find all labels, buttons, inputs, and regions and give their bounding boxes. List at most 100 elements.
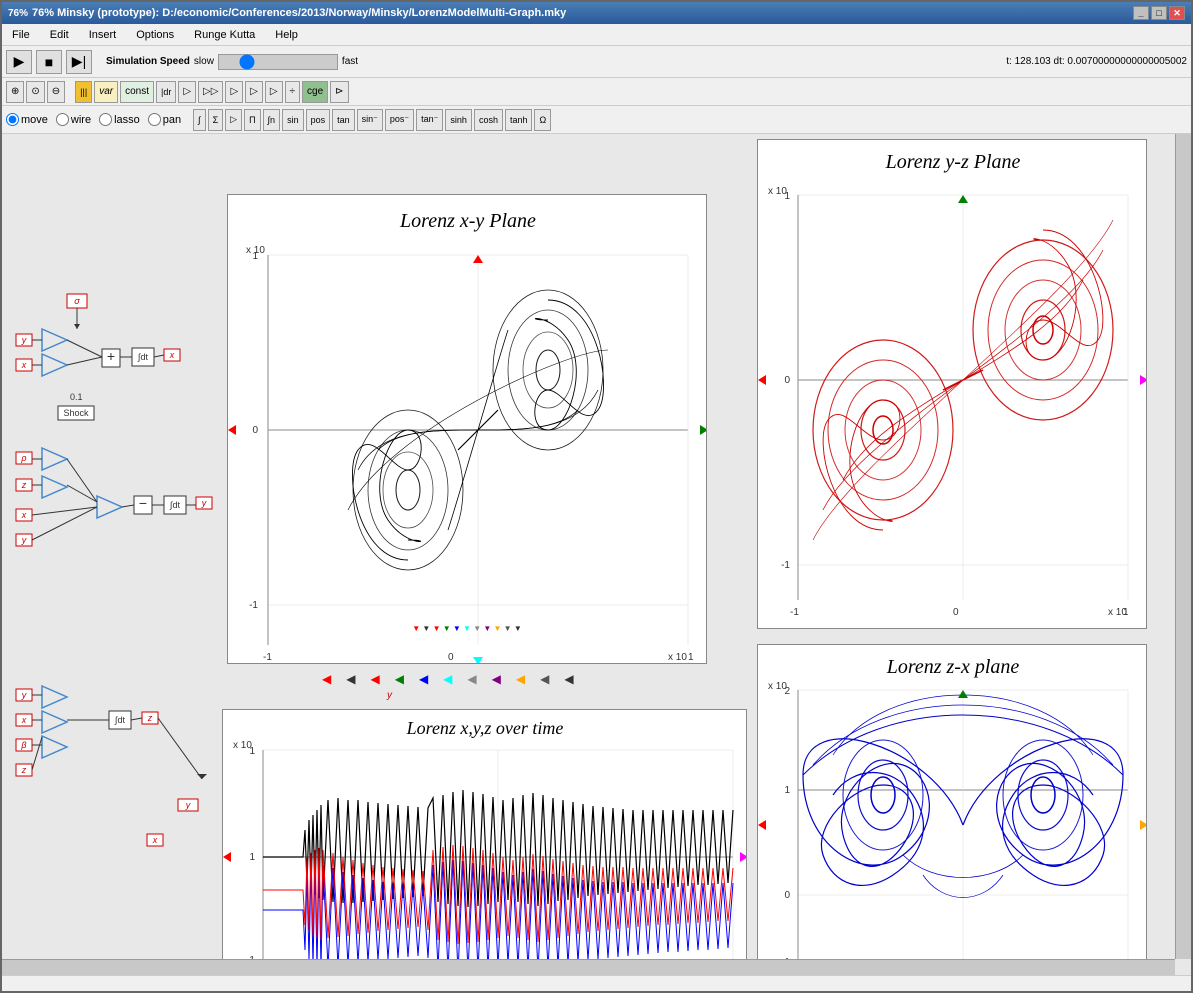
svg-text:x: x — [21, 360, 27, 370]
mode-lasso[interactable]: lasso — [99, 113, 140, 126]
op2-btn7[interactable]: pos — [306, 109, 331, 131]
svg-text:-1: -1 — [781, 560, 790, 571]
main-canvas[interactable]: Lorenz x-y Plane 1 0 -1 x 10 1 0 -1 x 10 — [2, 134, 1191, 975]
op-btn3[interactable]: ▷ — [225, 81, 243, 103]
op-btn4[interactable]: ▷ — [245, 81, 263, 103]
svg-text:1: 1 — [1123, 607, 1129, 618]
mode-toolbar: move wire lasso pan ∫ Σ ▷ Π ∫n sin pos t… — [2, 106, 1191, 134]
op-btn6[interactable]: ÷ — [285, 81, 301, 103]
menu-edit[interactable]: Edit — [44, 27, 75, 43]
svg-text:Shock: Shock — [63, 408, 89, 418]
time-display: t: 128.103 dt: 0.00700000000000005002 — [1006, 56, 1187, 67]
svg-text:0: 0 — [448, 652, 454, 663]
graph-yz-svg: Lorenz y-z Plane 1 0 -1 x 10 x 10 1 -1 0 — [758, 140, 1146, 628]
op-btn8[interactable]: ⊳ — [330, 81, 348, 103]
graph-xy-panel: Lorenz x-y Plane 1 0 -1 x 10 1 0 -1 x 10 — [227, 194, 707, 664]
svg-text:y: y — [21, 690, 27, 700]
op2-btn15[interactable]: Ω — [534, 109, 551, 131]
graph-zx-svg: Lorenz z-x plane 2 1 0 -1 x 10 x 10 1 0 … — [758, 645, 1146, 975]
op-btn5[interactable]: ▷ — [265, 81, 283, 103]
op2-btn8[interactable]: tan — [332, 109, 355, 131]
op2-btn4[interactable]: Π — [244, 109, 261, 131]
xy-bottom-edge-markers: ◀ ◀ ◀ ◀ ◀ ◀ ◀ ◀ ◀ ◀ ◀ — [322, 672, 574, 686]
graph-time-panel: Lorenz x,y,z over time 1 1 -1 x 10 x 100… — [222, 709, 747, 975]
svg-text:β: β — [20, 740, 26, 750]
svg-text:ρ: ρ — [20, 453, 26, 463]
op2-btn11[interactable]: tan⁻ — [416, 109, 443, 131]
svg-text:∫dt: ∫dt — [169, 500, 180, 510]
wiring-bottom: y x β z ∫dt z y — [2, 664, 227, 975]
horizontal-scrollbar[interactable] — [2, 959, 1175, 975]
xy-y-label: y — [387, 689, 392, 701]
op2-btn3[interactable]: ▷ — [225, 109, 242, 131]
godley-button[interactable]: ||| — [75, 81, 92, 103]
menu-help[interactable]: Help — [269, 27, 304, 43]
svg-text:z: z — [21, 765, 27, 775]
vertical-scrollbar[interactable] — [1175, 134, 1191, 959]
svg-text:1: 1 — [688, 652, 694, 663]
svg-text:0: 0 — [784, 890, 790, 901]
minimize-button[interactable]: _ — [1133, 6, 1149, 20]
svg-text:x 10: x 10 — [246, 245, 265, 256]
op2-btn5[interactable]: ∫n — [263, 109, 280, 131]
menu-runge-kutta[interactable]: Runge Kutta — [188, 27, 261, 43]
simulation-toolbar: ▶ ■ ▶| Simulation Speed slow fast t: 128… — [2, 46, 1191, 78]
svg-text:∫dt: ∫dt — [137, 352, 148, 362]
svg-text:y: y — [201, 498, 207, 508]
svg-text:x: x — [21, 715, 27, 725]
svg-text:Lorenz x,y,z over time: Lorenz x,y,z over time — [406, 718, 564, 738]
mode-move[interactable]: move — [6, 113, 48, 126]
op2-btn6[interactable]: sin — [282, 109, 304, 131]
svg-text:+: + — [107, 348, 115, 364]
menu-insert[interactable]: Insert — [83, 27, 123, 43]
simulation-speed-label: Simulation Speed — [106, 56, 190, 67]
op-btn7[interactable]: cge — [302, 81, 328, 103]
op-btn2[interactable]: ▷▷ — [198, 81, 223, 103]
op2-btn12[interactable]: sinh — [445, 109, 472, 131]
svg-text:0: 0 — [252, 425, 258, 436]
menu-options[interactable]: Options — [130, 27, 180, 43]
stop-button[interactable]: ■ — [36, 50, 62, 74]
zoom-in-button[interactable]: ⊕ — [6, 81, 24, 103]
svg-text:Lorenz y-z Plane: Lorenz y-z Plane — [885, 151, 1021, 173]
svg-text:1: 1 — [784, 785, 790, 796]
const-button[interactable]: const — [120, 81, 154, 103]
zoom-out-button[interactable]: ⊖ — [47, 81, 65, 103]
op2-btn10[interactable]: pos⁻ — [385, 109, 414, 131]
svg-text:0: 0 — [784, 375, 790, 386]
title-bar: 76% 76% Minsky (prototype): D:/economic/… — [2, 2, 1191, 24]
maximize-button[interactable]: □ — [1151, 6, 1167, 20]
mode-wire[interactable]: wire — [56, 113, 91, 126]
simulation-speed-area: Simulation Speed — [106, 56, 190, 67]
menu-file[interactable]: File — [6, 27, 36, 43]
svg-text:Lorenz z-x plane: Lorenz z-x plane — [886, 656, 1020, 678]
op2-btn1[interactable]: ∫ — [193, 109, 205, 131]
mode-pan[interactable]: pan — [148, 113, 181, 126]
graph-yz-panel: Lorenz y-z Plane 1 0 -1 x 10 x 10 1 -1 0 — [757, 139, 1147, 629]
op2-btn2[interactable]: Σ — [208, 109, 224, 131]
op2-btn9[interactable]: sin⁻ — [357, 109, 383, 131]
svg-text:x: x — [152, 835, 158, 845]
title-bar-controls: _ □ ✕ — [1133, 6, 1185, 20]
step-button[interactable]: ▶| — [66, 50, 92, 74]
xy-bottom-markers: ▼ ▼ ▼ ▼ ▼ ▼ ▼ ▼ ▼ ▼ ▼ — [412, 624, 521, 633]
menu-bar: File Edit Insert Options Runge Kutta Hel… — [2, 24, 1191, 46]
speed-slider[interactable] — [218, 54, 338, 70]
close-button[interactable]: ✕ — [1169, 6, 1185, 20]
app-icon: 76% — [8, 8, 28, 19]
title-bar-left: 76% 76% Minsky (prototype): D:/economic/… — [8, 7, 566, 19]
param-button[interactable]: |dr — [156, 81, 176, 103]
op2-btn14[interactable]: tanh — [505, 109, 533, 131]
insert-toolbar: ⊕ ⊙ ⊖ ||| var const |dr ▷ ▷▷ ▷ ▷ ▷ ÷ cge… — [2, 78, 1191, 106]
zoom-100-button[interactable]: ⊙ — [26, 81, 44, 103]
op-btn1[interactable]: ▷ — [178, 81, 196, 103]
svg-text:z: z — [147, 713, 153, 723]
play-button[interactable]: ▶ — [6, 50, 32, 74]
var-button[interactable]: var — [94, 81, 118, 103]
graph-time-svg: Lorenz x,y,z over time 1 1 -1 x 10 x 100… — [223, 710, 746, 975]
speed-fast-label: fast — [342, 56, 358, 67]
svg-text:x 10: x 10 — [768, 186, 787, 197]
svg-text:x 10: x 10 — [668, 652, 687, 663]
op2-btn13[interactable]: cosh — [474, 109, 503, 131]
svg-text:0: 0 — [953, 607, 959, 618]
